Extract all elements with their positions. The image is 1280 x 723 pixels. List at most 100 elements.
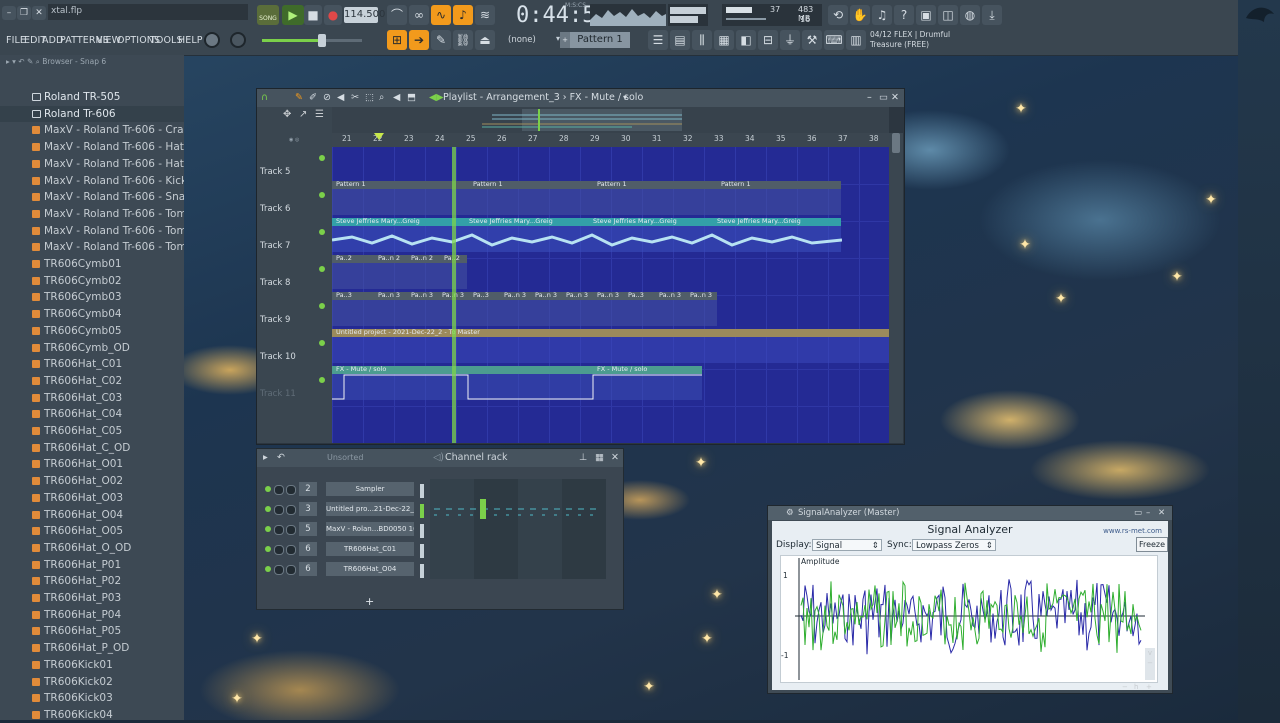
mixer-track-number[interactable]: 5	[299, 522, 317, 536]
move-icon[interactable]: ✥	[283, 109, 291, 120]
chevron-down-icon[interactable]: ▾	[623, 89, 627, 107]
browser-item[interactable]: MaxV - Roland Tr-606 - Kick	[0, 173, 184, 189]
volume-knob[interactable]	[286, 485, 296, 495]
browser-item[interactable]: TR606Hat_C05	[0, 423, 184, 439]
pattern-clip[interactable]: Pattern 1	[332, 180, 469, 215]
channel-select-indicator[interactable]	[420, 544, 424, 558]
render-icon[interactable]: ◫	[938, 5, 958, 25]
menu-help[interactable]: HELP	[178, 35, 203, 46]
track-name[interactable]: Track 6	[260, 204, 290, 214]
step-sequencer[interactable]	[430, 479, 606, 579]
freeze-button[interactable]: Freeze	[1136, 537, 1168, 552]
track-name[interactable]: Track 11	[260, 389, 296, 399]
scroll-thumb[interactable]	[892, 133, 900, 153]
browser-item[interactable]: TR606Kick03	[0, 690, 184, 706]
browser-item[interactable]: TR606Hat_C01	[0, 356, 184, 372]
graph-icon[interactable]: ⊥	[579, 449, 587, 467]
track-name[interactable]: Track 7	[260, 241, 290, 251]
pattern-clip[interactable]: Pa..n 3	[407, 291, 438, 326]
pattern-clip[interactable]: Pa..n 3	[531, 291, 562, 326]
pattern-clip[interactable]: Pattern 1	[469, 180, 593, 215]
close-icon[interactable]: ✕	[32, 6, 46, 20]
playback-tool-icon[interactable]: ◀	[393, 89, 400, 107]
mixer-track-number[interactable]: 3	[299, 502, 317, 516]
tempo-display[interactable]: 114.500	[344, 7, 385, 23]
add-channel-button[interactable]: +	[365, 595, 374, 608]
minimize-icon[interactable]: –	[2, 6, 16, 20]
browser-item[interactable]: TR606Hat_P04	[0, 607, 184, 623]
pattern-clip[interactable]: Pattern 1	[717, 180, 841, 215]
pattern-clip[interactable]: Pa..n 3	[686, 291, 717, 326]
play-button[interactable]: ▶	[282, 5, 304, 25]
volume-knob[interactable]	[286, 525, 296, 535]
channel-button[interactable]: Sampler	[326, 482, 414, 496]
record-button[interactable]: ●	[324, 5, 342, 25]
mixer-icon[interactable]: ⫼	[692, 30, 712, 50]
pattern-clip[interactable]: Pa..n 3	[655, 291, 686, 326]
channel-button[interactable]: MaxV - Rolan...BD0050 16	[326, 522, 414, 536]
tool-icon[interactable]: ⬒	[407, 89, 416, 107]
pattern-clip[interactable]: Pattern 1	[593, 180, 717, 215]
pencil-icon[interactable]: ✎	[431, 30, 451, 50]
zoom-out-button[interactable]: −	[1145, 658, 1155, 668]
track-name[interactable]: Track 8	[260, 278, 290, 288]
browser-item[interactable]: MaxV - Roland Tr-606 - Crash	[0, 122, 184, 138]
zoom-tool-icon[interactable]: ⌕	[379, 89, 384, 107]
zoom-in-button[interactable]: v	[1145, 648, 1155, 658]
track-name[interactable]: Track 9	[260, 315, 290, 325]
arrow-icon[interactable]: ➔	[409, 30, 429, 50]
pattern-selector[interactable]: Pattern 1	[570, 32, 630, 48]
pattern-clip[interactable]: Pa..n 3	[374, 291, 407, 326]
playhead[interactable]	[452, 147, 456, 443]
microphone-icon[interactable]: ♫	[872, 5, 892, 25]
piano-roll-icon[interactable]: ▤	[670, 30, 690, 50]
close-icon[interactable]: ✕	[611, 449, 619, 467]
detach-icon[interactable]: ▭	[1134, 506, 1142, 520]
mixer-track-number[interactable]: 6	[299, 542, 317, 556]
brush-tool-icon[interactable]: ✐	[309, 89, 317, 107]
vendor-link[interactable]: www.rs-met.com	[1103, 527, 1162, 535]
track-mute-led[interactable]	[319, 340, 325, 346]
mixer-track-number[interactable]: 2	[299, 482, 317, 496]
plugin-picker-icon[interactable]: ⊟	[758, 30, 778, 50]
main-pitch-knob[interactable]	[204, 32, 220, 48]
browser-item[interactable]: TR606Hat_O03	[0, 490, 184, 506]
display-select[interactable]: Signal ⇕	[812, 539, 882, 551]
browser-item[interactable]: TR606Hat_C04	[0, 406, 184, 422]
signal-plot[interactable]: Amplitude 1 -1 v −	[780, 555, 1158, 683]
wrench-icon[interactable]: ⚒	[802, 30, 822, 50]
pan-knob[interactable]	[274, 565, 284, 575]
browser-item[interactable]: TR606Hat_P05	[0, 623, 184, 639]
magnet-icon[interactable]: ∩	[261, 89, 268, 107]
browser-arrows-icon[interactable]: ▸ ▾ ↶ ✎ ⌕	[6, 57, 42, 66]
track-name[interactable]: Track 5	[260, 167, 290, 177]
song-mode-toggle[interactable]: SONG	[257, 5, 279, 25]
select-tool-icon[interactable]: ⬚	[365, 89, 374, 107]
snap-icon[interactable]: ⊞	[387, 30, 407, 50]
wait-input-icon[interactable]: ∞	[409, 5, 429, 25]
restore-icon[interactable]: ❐	[17, 6, 31, 20]
delete-tool-icon[interactable]: ⊘	[323, 89, 331, 107]
browser-item[interactable]: TR606Cymb01	[0, 256, 184, 272]
browser-item[interactable]: TR606Hat_C_OD	[0, 440, 184, 456]
channel-button[interactable]: TR606Hat_O04	[326, 562, 414, 576]
options-arrow-icon[interactable]: ▸	[263, 449, 268, 467]
browser-item[interactable]: TR606Kick02	[0, 674, 184, 690]
mixer-track-number[interactable]: 6	[299, 562, 317, 576]
vertical-scrollbar[interactable]	[889, 133, 903, 443]
channel-mute-led[interactable]	[265, 546, 271, 552]
track-name[interactable]: Track 10	[260, 352, 296, 362]
countdown-icon[interactable]: ∿	[431, 5, 451, 25]
link-icon[interactable]: ⛓	[453, 30, 473, 50]
audio-clip-master[interactable]: Untitled project - 2021-Dec-22_2 - To Ma…	[332, 328, 889, 363]
channel-select-indicator[interactable]	[420, 564, 424, 578]
steps-icon[interactable]: ▦	[595, 449, 604, 467]
volume-knob[interactable]	[286, 545, 296, 555]
undo-history-icon[interactable]: ⟲	[828, 5, 848, 25]
arrangement-arrow-icon[interactable]: ◀▶	[429, 89, 444, 107]
slice-tool-icon[interactable]: ✂	[351, 89, 359, 107]
browser-item[interactable]: TR606Hat_P02	[0, 573, 184, 589]
menu-icon[interactable]: ☰	[315, 109, 324, 120]
stop-button[interactable]: ■	[304, 5, 322, 25]
channel-mute-led[interactable]	[265, 486, 271, 492]
